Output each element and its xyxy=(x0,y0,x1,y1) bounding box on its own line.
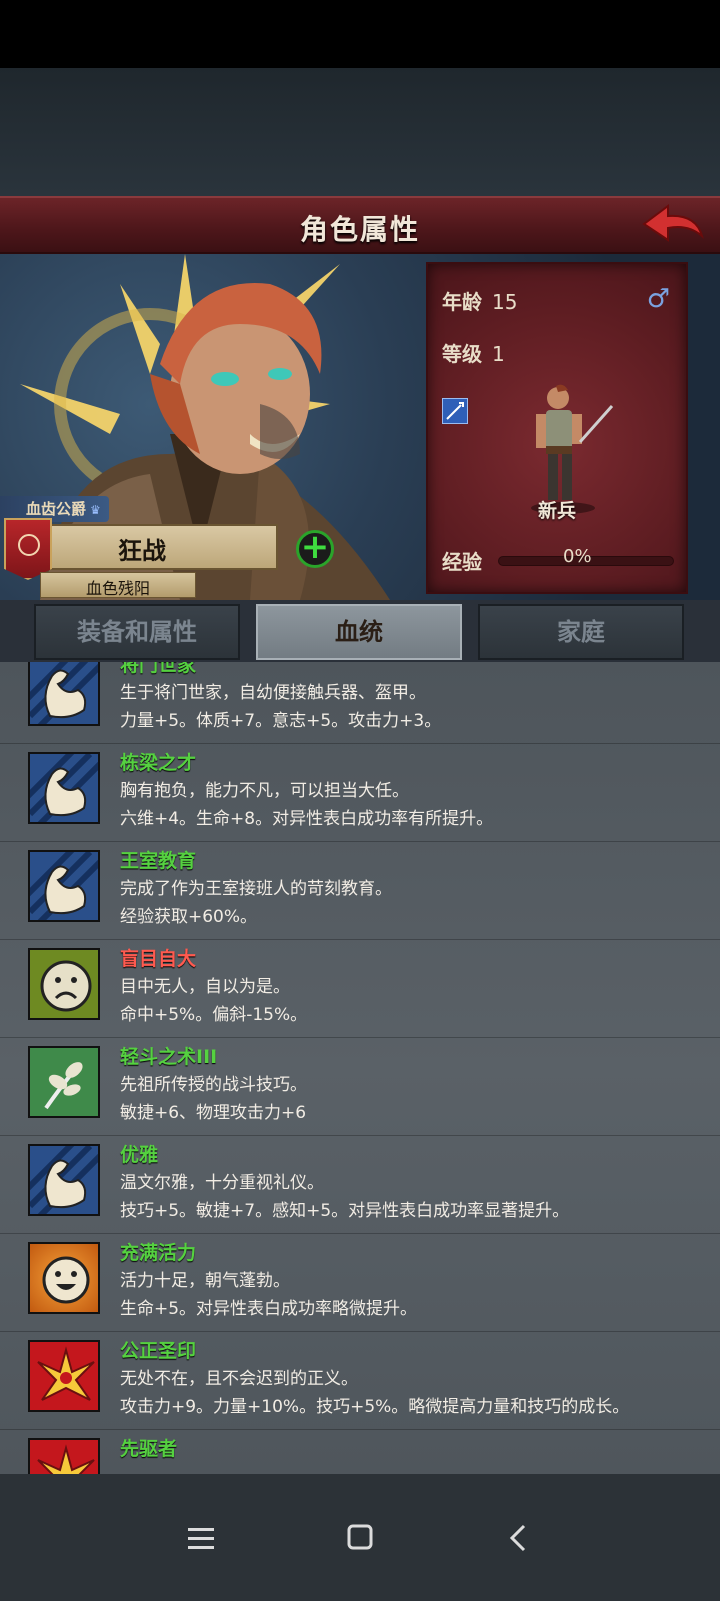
level-label: 等级 xyxy=(442,342,482,366)
home-icon[interactable] xyxy=(335,1518,385,1558)
arm-icon xyxy=(28,752,100,824)
trait-effect: 技巧+5。敏捷+7。感知+5。对异性表白成功率显著提升。 xyxy=(120,1201,570,1221)
faction-name: 血齿公爵 xyxy=(26,500,87,518)
tab-equipment[interactable]: 装备和属性 xyxy=(34,604,240,660)
sad-face-icon xyxy=(28,948,100,1020)
back-icon[interactable] xyxy=(494,1518,544,1558)
level-row: 等级 1 xyxy=(442,338,505,367)
trait-name: 王室教育 xyxy=(120,850,197,872)
menu-icon[interactable] xyxy=(176,1518,226,1558)
exp-label: 经验 xyxy=(442,550,482,574)
trait-effect: 敏捷+6、物理攻击力+6 xyxy=(120,1103,307,1123)
title-bar: 角色属性 xyxy=(0,196,720,254)
trait-name: 优雅 xyxy=(120,1144,159,1166)
happy-face-icon xyxy=(28,1242,100,1314)
trait-description: 胸有抱负，能力不凡，可以担当大任。 xyxy=(120,781,409,801)
trait-name: 公正圣印 xyxy=(120,1340,197,1362)
tab-bar: 装备和属性 血统 家庭 xyxy=(0,600,720,662)
trait-effect: 六维+4。生命+8。对异性表白成功率有所提升。 xyxy=(120,809,494,829)
holy-seal-icon xyxy=(28,1340,100,1412)
name-plate: 血齿公爵 ♛ 狂战 血色残阳 xyxy=(0,496,420,598)
trait-list[interactable]: 将门世家 生于将门世家，自幼便接触兵器、盔甲。 力量+5。体质+7。意志+5。攻… xyxy=(0,662,720,1474)
unit-rank-label: 新兵 xyxy=(537,500,576,522)
trait-description: 无处不在，且不会迟到的正义。 xyxy=(120,1369,358,1389)
trait-name: 盲目自大 xyxy=(120,948,197,970)
list-item[interactable]: 充满活力 活力十足，朝气蓬勃。 生命+5。对异性表白成功率略微提升。 xyxy=(0,1234,720,1332)
trait-name: 轻斗之术III xyxy=(120,1046,218,1068)
age-row: 年龄 15 xyxy=(442,286,517,315)
system-nav-bar xyxy=(0,1474,720,1601)
trait-effect: 经验获取+60%。 xyxy=(120,907,258,927)
leaf-icon xyxy=(28,1046,100,1118)
level-value: 1 xyxy=(492,342,505,366)
tab-bloodline[interactable]: 血统 xyxy=(256,604,462,660)
arm-icon xyxy=(28,1144,100,1216)
list-item[interactable]: 王室教育 完成了作为王室接班人的苛刻教育。 经验获取+60%。 xyxy=(0,842,720,940)
holy-seal-icon xyxy=(28,1438,100,1474)
list-item[interactable]: 优雅 温文尔雅，十分重视礼仪。 技巧+5。敏捷+7。感知+5。对异性表白成功率显… xyxy=(0,1136,720,1234)
trait-description: 完成了作为王室接班人的苛刻教育。 xyxy=(120,879,392,899)
trait-effect: 生命+5。对异性表白成功率略微提升。 xyxy=(120,1299,418,1319)
list-item[interactable]: 公正圣印 无处不在，且不会迟到的正义。 攻击力+9。力量+10%。技巧+5%。略… xyxy=(0,1332,720,1430)
add-button[interactable]: + xyxy=(296,530,334,568)
trait-effect: 力量+5。体质+7。意志+5。攻击力+3。 xyxy=(120,711,442,731)
list-item[interactable]: 先驱者 xyxy=(0,1430,720,1474)
exp-value: 0% xyxy=(563,546,592,567)
crown-icon: ♛ xyxy=(90,503,101,517)
page-title: 角色属性 xyxy=(299,213,420,246)
arm-icon xyxy=(28,850,100,922)
trait-description: 活力十足，朝气蓬勃。 xyxy=(120,1271,290,1291)
trait-name: 将门世家 xyxy=(120,662,197,676)
trait-description: 温文尔雅，十分重视礼仪。 xyxy=(120,1173,324,1193)
tab-family[interactable]: 家庭 xyxy=(478,604,684,660)
trait-description: 生于将门世家，自幼便接触兵器、盔甲。 xyxy=(120,683,426,703)
sword-type-icon xyxy=(442,398,468,424)
soldier-figure xyxy=(531,384,614,514)
stats-panel: 年龄 15 ♂ 等级 1 新兵 经验 0% xyxy=(426,262,688,594)
arm-icon xyxy=(28,662,100,726)
age-label: 年龄 xyxy=(442,290,482,314)
list-item[interactable]: 轻斗之术III 先祖所传授的战斗技巧。 敏捷+6、物理攻击力+6 xyxy=(0,1038,720,1136)
trait-description: 先祖所传授的战斗技巧。 xyxy=(120,1075,307,1095)
list-item[interactable]: 栋梁之才 胸有抱负，能力不凡，可以担当大任。 六维+4。生命+8。对异性表白成功… xyxy=(0,744,720,842)
age-value: 15 xyxy=(492,290,518,314)
trait-name: 栋梁之才 xyxy=(120,752,197,774)
trait-description: 目中无人，自以为是。 xyxy=(120,977,290,997)
back-arrow-icon[interactable] xyxy=(640,202,706,252)
character-panel: 血齿公爵 ♛ 狂战 血色残阳 + 年龄 15 ♂ 等级 1 新兵 经验 0% xyxy=(0,254,720,600)
top-backdrop xyxy=(0,68,720,196)
male-gender-icon: ♂ xyxy=(646,284,670,314)
faction-emblem-icon xyxy=(4,518,52,580)
trait-effect: 攻击力+9。力量+10%。技巧+5%。略微提高力量和技巧的成长。 xyxy=(120,1397,630,1417)
status-bar xyxy=(0,0,720,68)
trait-name: 先驱者 xyxy=(120,1438,178,1460)
subtitle-band: 血色残阳 xyxy=(40,572,196,598)
trait-effect: 命中+5%。偏斜-15%。 xyxy=(120,1005,308,1025)
list-item[interactable]: 盲目自大 目中无人，自以为是。 命中+5%。偏斜-15%。 xyxy=(0,940,720,1038)
trait-name: 充满活力 xyxy=(120,1242,197,1264)
list-item[interactable]: 将门世家 生于将门世家，自幼便接触兵器、盔甲。 力量+5。体质+7。意志+5。攻… xyxy=(0,662,720,744)
subtitle-text: 血色残阳 xyxy=(85,579,150,598)
